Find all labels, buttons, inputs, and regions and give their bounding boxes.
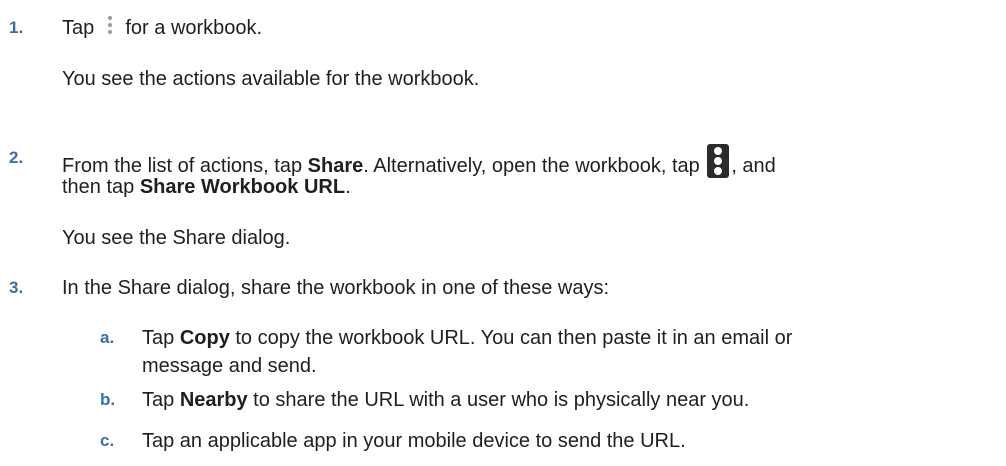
substep-text: Tap Nearby to share the URL with a user … <box>142 386 972 414</box>
substep-letter: a. <box>100 328 115 347</box>
step-number: 1. <box>9 18 24 37</box>
step-text: Tap for a workbook. <box>62 14 982 42</box>
substep-text-post: to copy the workbook URL. You can then p… <box>229 327 793 349</box>
step-text-post: . <box>345 176 351 198</box>
substep-text-pre: Tap <box>142 389 180 411</box>
kebab-menu-icon <box>102 14 118 36</box>
substep-letter: b. <box>100 390 116 409</box>
instruction-document: 1. Tap for a workbook. You see the actio… <box>0 0 1006 466</box>
substep-text-pre: Tap <box>142 327 180 349</box>
step-text: In the Share dialog, share the workbook … <box>62 277 610 299</box>
step-result: You see the actions available for the wo… <box>62 68 480 90</box>
substep-text: message and send. <box>142 355 317 377</box>
step-text: then tap Share Workbook URL. <box>62 173 982 201</box>
step-text-pre: then tap <box>62 176 140 198</box>
copy-action-label: Copy <box>179 327 230 349</box>
substep-text: Tap an applicable app in your mobile dev… <box>142 430 686 452</box>
substep-text: Tap Copy to copy the workbook URL. You c… <box>142 324 972 352</box>
substep-text-post: to share the URL with a user who is phys… <box>247 389 750 411</box>
substep-letter: c. <box>100 431 115 450</box>
step-number: 3. <box>9 278 24 297</box>
share-workbook-url-label: Share Workbook URL <box>139 176 346 198</box>
step-result: You see the Share dialog. <box>62 227 291 249</box>
step-number: 2. <box>9 148 24 167</box>
step-text-post: for a workbook. <box>125 17 263 39</box>
nearby-action-label: Nearby <box>179 389 248 411</box>
step-text-pre: Tap <box>62 17 95 39</box>
